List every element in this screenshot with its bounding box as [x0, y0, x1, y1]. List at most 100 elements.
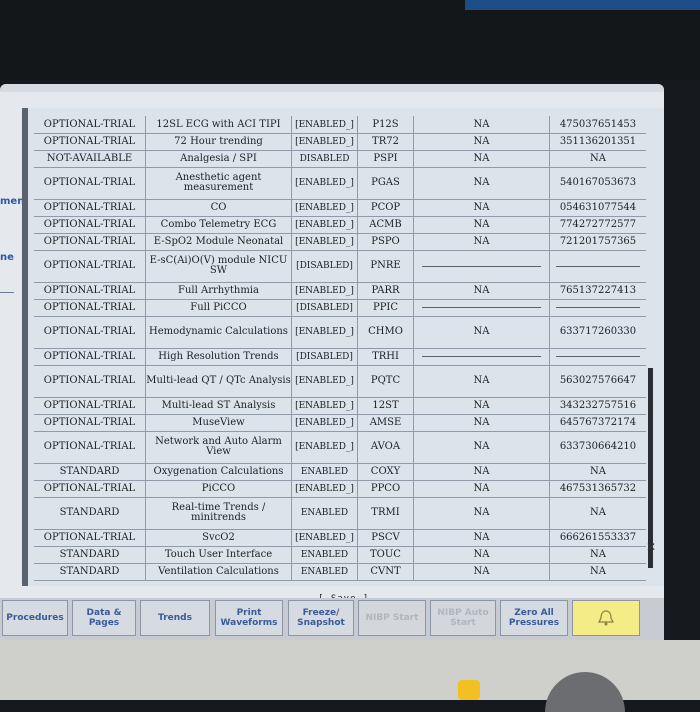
- feature-name-cell: Touch User Interface: [146, 546, 292, 563]
- code-cell: TOUC: [358, 546, 414, 563]
- feature-name-cell: Real-time Trends / minitrends: [146, 497, 292, 529]
- table-row: OPTIONAL-TRIAL Multi-lead QT / QTc Analys…: [34, 365, 646, 398]
- na-cell: NA: [414, 431, 550, 463]
- license-cell: OPTIONAL-TRIAL: [34, 348, 146, 365]
- toolbar-button-2[interactable]: Data & Pages: [72, 600, 136, 636]
- table-row: STANDARD Ventilation Calculations ENABLED C…: [34, 563, 646, 581]
- toolbar-button-3[interactable]: Trends: [140, 600, 210, 636]
- license-cell: OPTIONAL-TRIAL: [34, 133, 146, 150]
- code-cell: PPIC: [358, 299, 414, 316]
- status-cell: ENABLED: [292, 546, 358, 563]
- toolbar-button-6[interactable]: NIBP Start: [358, 600, 426, 636]
- bottom-toolbar: Procedures Data & Pages Trends Print Wavefo…: [0, 598, 664, 640]
- key-cell: 721201757365: [559, 235, 637, 247]
- table-row: OPTIONAL-TRIAL Network and Auto Alarm Vie…: [34, 431, 646, 464]
- code-cell: ACMB: [358, 216, 414, 233]
- key-cell: 666261553337: [559, 531, 637, 543]
- na-cell: [414, 299, 550, 316]
- table-row: OPTIONAL-TRIAL High Resolution Trends [DIS…: [34, 348, 646, 366]
- na-cell: NA: [414, 116, 550, 133]
- na-cell: NA: [414, 563, 550, 580]
- license-cell: STANDARD: [34, 563, 146, 580]
- key-cell: 540167053673: [559, 177, 637, 188]
- screen-header-strip: [0, 84, 664, 92]
- code-cell: PSPI: [358, 150, 414, 167]
- key-cell: NA: [590, 152, 606, 164]
- empty-field-line: [422, 356, 541, 357]
- status-cell: ENABLED: [292, 497, 358, 529]
- key-cell: 633730664210: [559, 441, 637, 452]
- toolbar-button-4[interactable]: Print Waveforms: [215, 600, 283, 636]
- toolbar-button-5[interactable]: Freeze/ Snapshot: [288, 600, 354, 636]
- table-row: OPTIONAL-TRIAL Hemodynamic Calculations [E…: [34, 316, 646, 349]
- na-cell: NA: [414, 365, 550, 397]
- na-cell: NA: [414, 529, 550, 546]
- bell-alarm-icon[interactable]: [572, 600, 640, 636]
- license-cell: OPTIONAL-TRIAL: [34, 431, 146, 463]
- empty-field-line: [422, 265, 541, 267]
- na-cell: [414, 348, 550, 365]
- code-cell: 12ST: [358, 397, 414, 414]
- status-cell: [DISABLED]: [292, 250, 358, 282]
- empty-field-line: [422, 307, 541, 308]
- status-cell: DISABLED: [292, 150, 358, 167]
- na-cell: NA: [414, 216, 550, 233]
- status-cell: [DISABLED]: [292, 348, 358, 365]
- license-cell: OPTIONAL-TRIAL: [34, 116, 146, 133]
- status-cell: [ENABLED_]: [292, 133, 358, 150]
- status-cell: [ENABLED_]: [292, 199, 358, 216]
- table-row: OPTIONAL-TRIAL 72 Hour trending [ENABLED_]…: [34, 133, 646, 151]
- code-cell: P12S: [358, 116, 414, 133]
- table-row: STANDARD Real-time Trends / minitrends ENA…: [34, 497, 646, 530]
- alarm-led-icon: [458, 680, 480, 700]
- key-cell: 343232757516: [559, 399, 637, 411]
- feature-name-cell: Hemodynamic Calculations: [146, 316, 292, 348]
- empty-field-line: [555, 356, 641, 357]
- side-menu-label-2[interactable]: ne: [0, 252, 14, 263]
- key-cell: 645767372174: [559, 416, 637, 428]
- feature-name-cell: PiCCO: [146, 480, 292, 497]
- code-cell: COXY: [358, 463, 414, 480]
- table-row: OPTIONAL-TRIAL CO [ENABLED_] PCOP NA 05463107…: [34, 199, 646, 217]
- key-cell: 054631077544: [559, 201, 637, 213]
- code-cell: PSCV: [358, 529, 414, 546]
- license-cell: OPTIONAL-TRIAL: [34, 233, 146, 250]
- feature-name-cell: MuseView: [146, 414, 292, 431]
- key-cell: 467531365732: [559, 482, 637, 494]
- status-cell: [ENABLED_]: [292, 216, 358, 233]
- na-cell: [414, 250, 550, 282]
- table-row: OPTIONAL-TRIAL Anesthetic agent measureme…: [34, 167, 646, 200]
- scrollbar-close-icon[interactable]: ✕: [646, 540, 656, 554]
- top-status-bar: [465, 0, 700, 10]
- code-cell: PARR: [358, 282, 414, 299]
- na-cell: NA: [414, 414, 550, 431]
- feature-license-table: OPTIONAL-TRIAL 12SL ECG with ACI TIPI [ENA…: [34, 116, 646, 581]
- status-cell: [ENABLED_]: [292, 365, 358, 397]
- toolbar-button-1[interactable]: Procedures: [2, 600, 68, 636]
- status-cell: [ENABLED_]: [292, 431, 358, 463]
- feature-name-cell: High Resolution Trends: [146, 348, 292, 365]
- key-cell: 765137227413: [559, 284, 637, 296]
- feature-name-cell: E-sC(Ai)O(V) module NICU SW: [146, 250, 292, 282]
- table-row: OPTIONAL-TRIAL E-SpO2 Module Neonatal [ENA…: [34, 233, 646, 251]
- status-cell: ENABLED: [292, 463, 358, 480]
- license-cell: STANDARD: [34, 463, 146, 480]
- status-cell: [DISABLED]: [292, 299, 358, 316]
- table-row: OPTIONAL-TRIAL PiCCO [ENABLED_] PPCO NA 46753…: [34, 480, 646, 498]
- toolbar-button-7[interactable]: NIBP Auto Start: [430, 600, 496, 636]
- na-cell: NA: [414, 150, 550, 167]
- license-cell: OPTIONAL-TRIAL: [34, 250, 146, 282]
- feature-name-cell: Multi-lead QT / QTc Analysis: [146, 365, 292, 397]
- table-row: OPTIONAL-TRIAL Full PiCCO [DISABLED] PPIC: [34, 299, 646, 317]
- scrollbar[interactable]: [648, 368, 653, 568]
- license-cell: OPTIONAL-TRIAL: [34, 529, 146, 546]
- feature-name-cell: Analgesia / SPI: [146, 150, 292, 167]
- license-cell: OPTIONAL-TRIAL: [34, 199, 146, 216]
- empty-field-line: [555, 307, 641, 308]
- license-cell: OPTIONAL-TRIAL: [34, 282, 146, 299]
- table-row: NOT-AVAILABLE Analgesia / SPI DISABLED PSPI…: [34, 150, 646, 168]
- table-row: OPTIONAL-TRIAL E-sC(Ai)O(V) module NICU S…: [34, 250, 646, 283]
- key-cell: 774272772577: [559, 218, 637, 230]
- toolbar-button-8[interactable]: Zero All Pressures: [500, 600, 568, 636]
- status-cell: [ENABLED_]: [292, 116, 358, 133]
